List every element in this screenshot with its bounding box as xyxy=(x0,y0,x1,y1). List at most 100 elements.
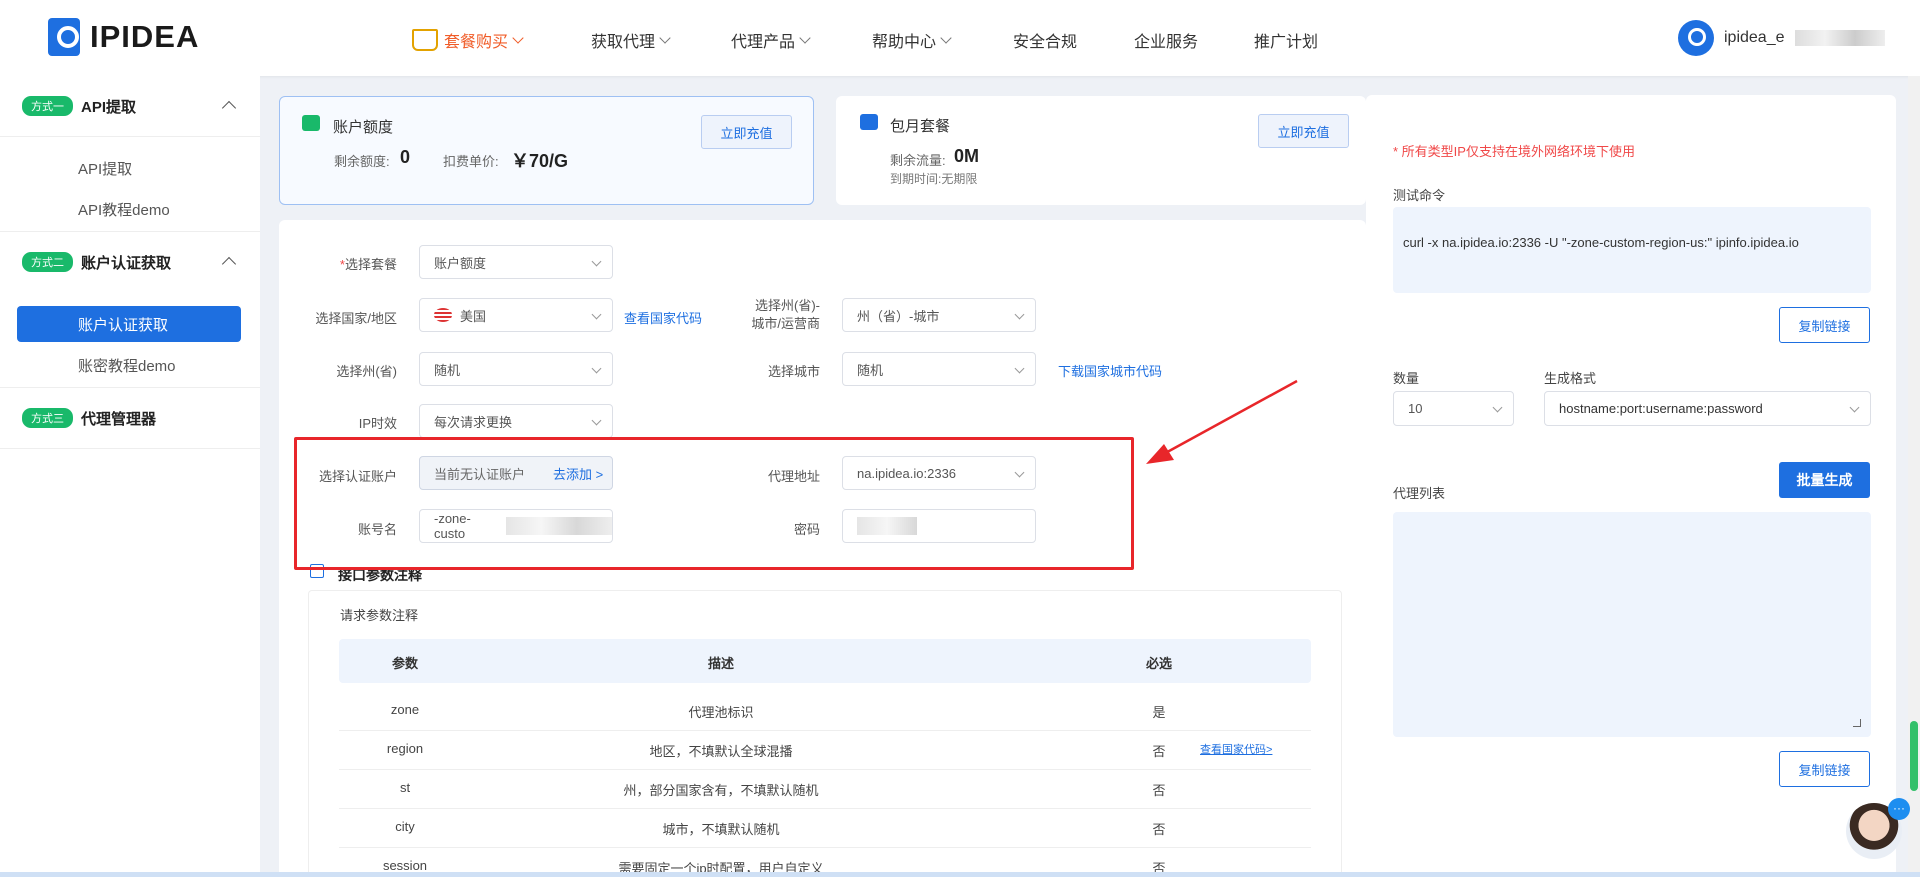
sidebar-item-api-demo[interactable]: API教程demo xyxy=(78,199,170,220)
remain-label: 剩余额度: xyxy=(334,154,390,169)
traffic-label: 剩余流量: xyxy=(890,153,946,168)
nav-label: 帮助中心 xyxy=(872,34,937,51)
avatar xyxy=(1678,20,1714,56)
nav-products[interactable]: 代理产品 xyxy=(731,28,811,52)
user-menu[interactable]: ipidea_e xyxy=(1678,20,1885,56)
param-cell: st xyxy=(399,780,411,795)
nav-compliance[interactable]: 安全合规 xyxy=(1013,28,1077,52)
chevron-down-icon xyxy=(940,31,952,44)
auth-account-label: 选择认证账户 xyxy=(318,469,397,484)
city-label: 选择城市 xyxy=(767,364,820,379)
param-cell: region xyxy=(386,741,424,756)
test-command-box[interactable]: curl -x na.ipidea.io:2336 -U "-zone-cust… xyxy=(1393,207,1871,293)
region-label: 选择州(省)- 城市/运营商 xyxy=(751,298,820,331)
nav-get-proxy[interactable]: 获取代理 xyxy=(591,28,671,52)
scrollbar-track[interactable] xyxy=(1908,76,1920,877)
proxy-list-textarea[interactable] xyxy=(1393,512,1871,737)
network-notice: * 所有类型IP仅支持在境外网络环境下使用 xyxy=(1393,144,1635,159)
add-account-link[interactable]: 去添加 > xyxy=(553,464,603,483)
chevron-down-icon xyxy=(1014,363,1025,374)
redacted-blur xyxy=(505,517,612,535)
package-select[interactable]: 账户额度 xyxy=(419,245,613,279)
username-field[interactable]: -zone-custo xyxy=(419,509,613,543)
nav-label: 企业服务 xyxy=(1134,34,1199,51)
sidebar-group-api[interactable]: 方式一 API提取 xyxy=(0,76,260,136)
param-cell: zone xyxy=(390,702,420,717)
brand-name: IPIDEA xyxy=(90,19,200,54)
method-tag: 方式三 xyxy=(22,408,73,428)
monthly-card: 包月套餐 剩余流量: 0M 到期时间:无期限 立即充值 xyxy=(836,96,1366,205)
copy-link-button[interactable]: 复制链接 xyxy=(1779,751,1870,787)
required-cell: 否 xyxy=(1152,822,1166,837)
country-label: 选择国家/地区 xyxy=(315,311,397,326)
required-cell: 是 xyxy=(1152,705,1166,720)
method-tag: 方式一 xyxy=(22,96,73,116)
desc-cell: 代理池标识 xyxy=(688,705,754,720)
expiry-text: 到期时间:无期限 xyxy=(890,172,978,186)
chevron-down-icon xyxy=(591,415,602,426)
brand-logo[interactable]: IPIDEA xyxy=(48,18,199,56)
chevron-down-icon xyxy=(799,31,811,44)
recharge-button[interactable]: 立即充值 xyxy=(1258,114,1349,148)
sidebar-group-auth[interactable]: 方式二 账户认证获取 xyxy=(0,232,260,292)
nav-label: 获取代理 xyxy=(591,34,656,51)
method-tag: 方式二 xyxy=(22,252,73,272)
chevron-up-icon xyxy=(221,100,237,116)
password-label: 密码 xyxy=(793,522,820,537)
cart-icon xyxy=(412,29,438,51)
sidebar-group-manager[interactable]: 方式三 代理管理器 xyxy=(0,388,260,448)
desc-cell: 州，部分国家含有，不填默认随机 xyxy=(623,783,819,798)
copy-link-button[interactable]: 复制链接 xyxy=(1779,307,1870,343)
sidebar xyxy=(0,76,260,877)
nav-help[interactable]: 帮助中心 xyxy=(872,28,952,52)
city-select[interactable]: 随机 xyxy=(842,352,1036,386)
desc-cell: 地区，不填默认全球混播 xyxy=(649,744,793,759)
nav-packages[interactable]: 套餐购买 xyxy=(412,28,524,52)
chevron-down-icon xyxy=(1849,402,1860,413)
col-desc: 描述 xyxy=(707,656,734,671)
chevron-up-icon xyxy=(221,256,237,272)
nav-label: 安全合规 xyxy=(1013,34,1078,51)
col-param: 参数 xyxy=(391,656,418,671)
table-header: 参数 描述 必选 xyxy=(339,639,1311,683)
chat-bubble-icon[interactable]: ··· xyxy=(1888,798,1910,820)
sidebar-item-auth-active[interactable]: 账户认证获取 xyxy=(17,306,241,342)
param-cell: city xyxy=(395,819,415,834)
view-country-code-link[interactable]: 查看国家代码 xyxy=(624,308,702,327)
username-label: 账号名 xyxy=(357,522,397,537)
test-cmd-label: 测试命令 xyxy=(1393,188,1446,203)
batch-generate-button[interactable]: 批量生成 xyxy=(1779,462,1870,498)
view-country-code-link[interactable]: 查看国家代码> xyxy=(1200,741,1272,757)
redacted-blur xyxy=(1794,30,1885,46)
proxy-address-select[interactable]: na.ipidea.io:2336 xyxy=(842,456,1036,490)
chevron-down-icon xyxy=(1014,309,1025,320)
table-row: region 地区，不填默认全球混播 否 查看国家代码> xyxy=(339,731,1311,770)
password-field[interactable] xyxy=(842,509,1036,543)
country-select[interactable]: 美国 xyxy=(419,298,613,332)
quantity-select[interactable]: 10 xyxy=(1393,391,1514,426)
auth-account-select[interactable]: 当前无认证账户 去添加 > xyxy=(419,456,613,490)
table-row: st 州，部分国家含有，不填默认随机 否 xyxy=(339,770,1311,809)
ip-duration-label: IP时效 xyxy=(358,416,397,431)
recharge-button[interactable]: 立即充值 xyxy=(701,115,792,149)
sidebar-item-api[interactable]: API提取 xyxy=(78,158,132,179)
remain-value: 0 xyxy=(400,147,411,167)
chevron-down-icon xyxy=(1492,402,1503,413)
nav-promotion[interactable]: 推广计划 xyxy=(1254,28,1318,52)
us-flag-icon xyxy=(434,308,452,322)
chevron-down-icon xyxy=(659,31,671,44)
state-select[interactable]: 随机 xyxy=(419,352,613,386)
scrollbar-thumb[interactable] xyxy=(1910,721,1918,791)
proxy-address-label: 代理地址 xyxy=(767,469,820,484)
region-select[interactable]: 州（省）-城市 xyxy=(842,298,1036,332)
group-title: 账户认证获取 xyxy=(81,254,172,272)
ip-duration-select[interactable]: 每次请求更换 xyxy=(419,404,613,438)
format-label: 生成格式 xyxy=(1544,371,1597,386)
format-select[interactable]: hostname:port:username:password xyxy=(1544,391,1871,426)
sidebar-item-auth-demo[interactable]: 账密教程demo xyxy=(78,355,176,376)
nav-enterprise[interactable]: 企业服务 xyxy=(1134,28,1198,52)
chevron-down-icon xyxy=(512,31,524,44)
price-label: 扣费单价: xyxy=(443,154,499,169)
redacted-blur xyxy=(857,517,917,535)
resize-handle-icon[interactable] xyxy=(1853,719,1861,727)
